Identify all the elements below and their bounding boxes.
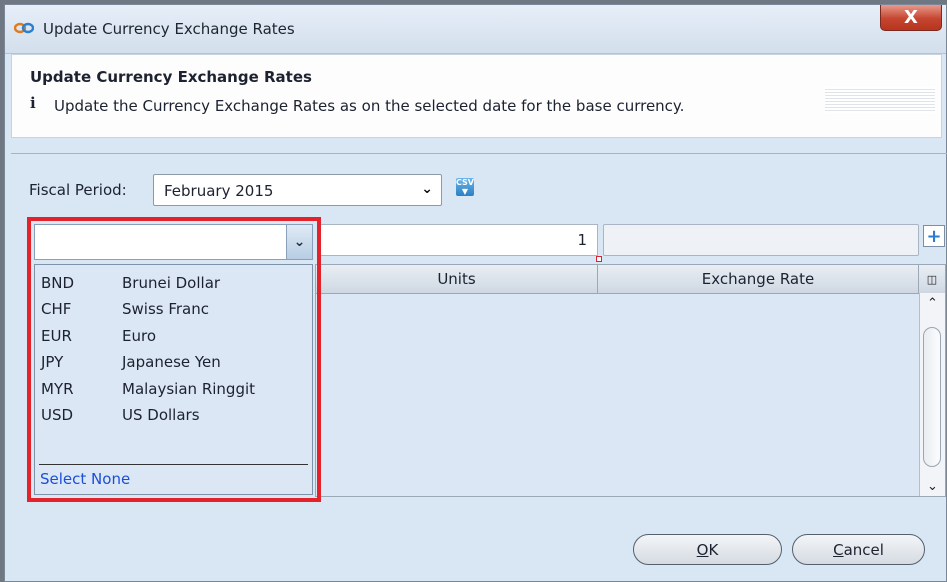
title-bar: Update Currency Exchange Rates X <box>5 5 946 54</box>
window-title: Update Currency Exchange Rates <box>43 20 295 38</box>
exchange-rate-input[interactable] <box>603 224 919 256</box>
currency-code: EUR <box>41 327 72 345</box>
currency-name: US Dollars <box>122 406 200 424</box>
close-icon: X <box>904 7 918 28</box>
currency-name: Swiss Franc <box>122 300 210 318</box>
currency-combo[interactable]: ⌄ <box>34 224 313 260</box>
dropdown-divider <box>39 464 308 465</box>
scroll-down-icon[interactable]: ⌄ <box>920 476 945 496</box>
chevron-down-icon: ⌄ <box>421 181 433 197</box>
fiscal-period-select[interactable]: February 2015 ⌄ <box>153 174 442 206</box>
column-header-units[interactable]: Units <box>316 265 598 293</box>
header-decoration <box>825 87 935 113</box>
ok-accel: O <box>696 540 709 559</box>
dropdown-option[interactable]: MYR Malaysian Ringgit <box>41 380 255 398</box>
currency-code: BND <box>41 274 75 292</box>
csv-label: CSV <box>456 178 474 187</box>
scrollbar-thumb[interactable] <box>923 327 941 467</box>
plus-icon: + <box>926 225 942 247</box>
dropdown-option[interactable]: USD US Dollars <box>41 406 200 424</box>
info-icon: i <box>30 94 36 112</box>
cancel-accel: C <box>833 540 844 559</box>
vertical-scrollbar[interactable]: ⌃ ⌄ <box>919 293 945 496</box>
chevron-down-icon: ⌄ <box>293 234 306 250</box>
link-icon <box>14 22 34 34</box>
dropdown-option[interactable]: EUR Euro <box>41 327 156 345</box>
currency-code: USD <box>41 406 74 424</box>
currency-dropdown-button[interactable]: ⌄ <box>286 225 312 259</box>
select-none-link[interactable]: Select None <box>40 470 130 488</box>
add-rate-button[interactable]: + <box>923 225 945 247</box>
scroll-up-icon[interactable]: ⌃ <box>920 293 945 313</box>
currency-name: Japanese Yen <box>122 353 221 371</box>
fiscal-period-label: Fiscal Period: <box>29 181 127 199</box>
error-marker-icon <box>596 256 602 262</box>
grid-header: Units Exchange Rate ◫ <box>316 265 945 294</box>
dropdown-option[interactable]: BND Brunei Dollar <box>41 274 220 292</box>
page-description: Update the Currency Exchange Rates as on… <box>54 97 685 115</box>
currency-code: JPY <box>41 353 64 371</box>
close-button[interactable]: X <box>880 5 942 31</box>
dropdown-option[interactable]: CHF Swiss Franc <box>41 300 209 318</box>
page-title: Update Currency Exchange Rates <box>30 68 312 86</box>
cancel-label: ancel <box>843 540 884 559</box>
units-value: 1 <box>577 231 587 249</box>
column-header-exchange-rate[interactable]: Exchange Rate <box>598 265 919 293</box>
column-menu-icon[interactable]: ◫ <box>919 265 945 293</box>
csv-download-icon[interactable]: CSV ▼ <box>456 178 474 196</box>
header-panel: Update Currency Exchange Rates i Update … <box>11 54 942 138</box>
cancel-button[interactable]: Cancel <box>792 534 925 565</box>
currency-name: Malaysian Ringgit <box>122 380 256 398</box>
currency-code: CHF <box>41 300 72 318</box>
ok-label: K <box>708 540 719 559</box>
currency-code: MYR <box>41 380 74 398</box>
dropdown-option[interactable]: JPY Japanese Yen <box>41 353 221 371</box>
rates-grid: Units Exchange Rate ◫ ⌃ ⌄ <box>315 264 946 497</box>
currency-dropdown-list: BND Brunei Dollar CHF Swiss Franc EUR Euro … <box>34 264 313 495</box>
currency-name: Brunei Dollar <box>122 274 221 292</box>
fiscal-period-value: February 2015 <box>164 182 274 200</box>
units-input[interactable]: 1 <box>319 224 598 256</box>
divider <box>11 153 947 154</box>
currency-name: Euro <box>122 327 156 345</box>
update-rates-dialog: Update Currency Exchange Rates X Update … <box>4 4 947 582</box>
ok-button[interactable]: OK <box>633 534 782 565</box>
